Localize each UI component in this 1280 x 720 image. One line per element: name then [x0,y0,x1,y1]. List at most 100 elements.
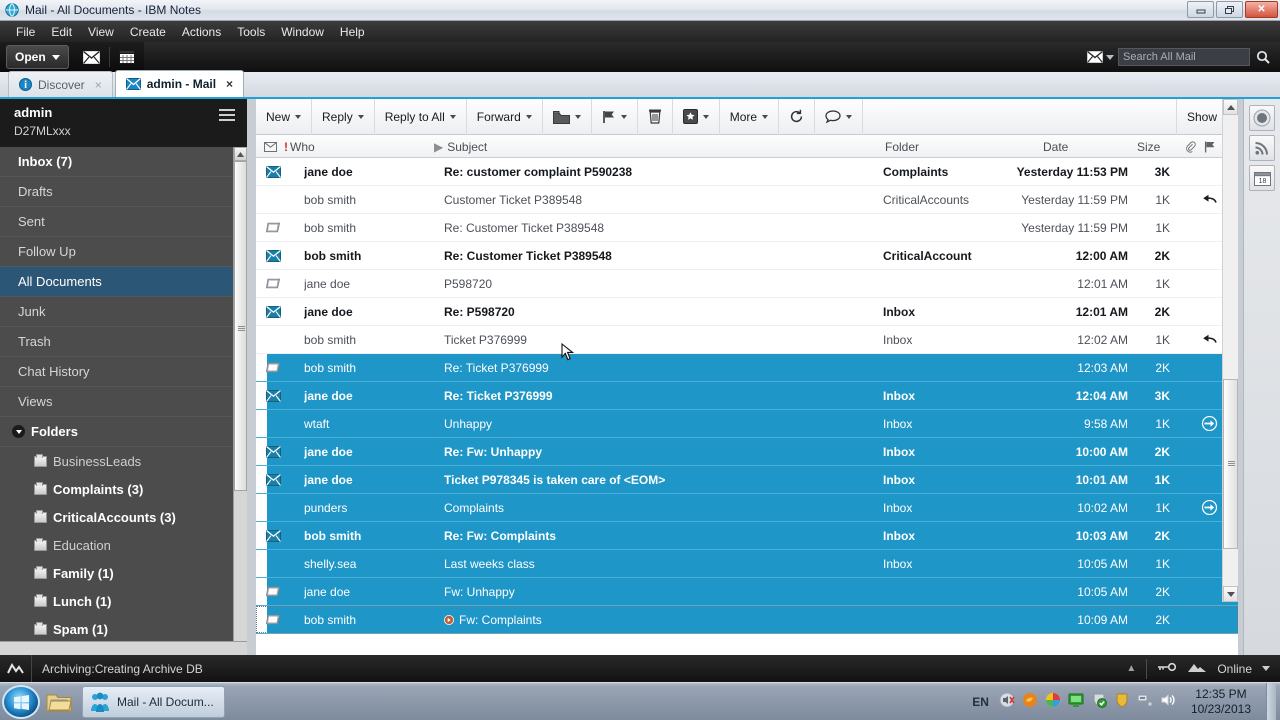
table-row[interactable]: bob smithTicket P376999Inbox12:02 AM1K [256,326,1238,354]
language-indicator[interactable]: EN [972,695,989,709]
sidebar-folder-lunch[interactable]: Lunch (1) [0,587,247,615]
close-button[interactable]: ✕ [1245,1,1278,18]
chevron-down-icon[interactable] [12,425,25,438]
more-button[interactable]: More [720,99,779,135]
sidebar-item-follow-up[interactable]: Follow Up [0,237,247,267]
column-header-date[interactable]: Date [1043,135,1068,158]
sidebar-folder-spam[interactable]: Spam (1) [0,615,247,643]
table-row[interactable]: jane doeRe: customer complaint P590238Co… [256,158,1238,186]
delete-button[interactable] [638,99,673,135]
location-icon[interactable] [1187,661,1207,677]
monitor-icon[interactable] [1068,692,1084,711]
menu-item-help[interactable]: Help [332,23,373,41]
menu-item-file[interactable]: File [8,23,43,41]
colors-icon[interactable] [1045,692,1061,711]
unread-envelope-icon[interactable] [262,306,284,318]
volume-icon[interactable] [1160,692,1176,711]
unread-envelope-icon[interactable] [262,446,284,458]
feeds-icon[interactable] [1249,135,1275,161]
sidebar-section-folders[interactable]: Folders [0,417,247,447]
table-row[interactable]: bob smithFw: Complaints10:09 AM2K [256,606,1238,634]
search-input[interactable]: Search All Mail [1118,48,1250,66]
sidebar-folder-education[interactable]: Education [0,531,247,559]
column-header-who[interactable]: Who [290,135,315,158]
sidebar-item-sent[interactable]: Sent [0,207,247,237]
copy-into-new-button[interactable] [673,99,720,135]
windows-start-icon[interactable] [2,685,40,719]
table-row[interactable]: wtaftUnhappyInbox9:58 AM1K [256,410,1238,438]
table-row[interactable]: bob smithRe: Customer Ticket P389548Yest… [256,214,1238,242]
flag-button[interactable] [592,99,638,135]
table-row[interactable]: pundersComplaintsInbox10:02 AM1K [256,494,1238,522]
menu-item-window[interactable]: Window [273,23,332,41]
column-header-subject[interactable]: ▶ Subject [434,135,487,158]
sidebar-scrollbar[interactable] [233,147,247,655]
sidebar-item-drafts[interactable]: Drafts [0,177,247,207]
tab-discover[interactable]: Discover × [8,71,113,97]
read-envelope-icon[interactable] [262,614,284,625]
message-list[interactable]: jane doeRe: customer complaint P590238Co… [256,158,1238,638]
maximize-restore-button[interactable] [1216,1,1243,18]
scroll-down-icon[interactable] [1223,586,1238,602]
table-row[interactable]: bob smithCustomer Ticket P389548Critical… [256,186,1238,214]
sidebar-folder-family[interactable]: Family (1) [0,559,247,587]
sidebar-folder-businessleads[interactable]: BusinessLeads [0,447,247,475]
unread-envelope-icon[interactable] [262,474,284,486]
reply-to-all-button[interactable]: Reply to All [375,99,467,135]
menu-item-view[interactable]: View [80,23,122,41]
show-desktop-button[interactable] [1266,683,1276,720]
table-row[interactable]: jane doeRe: Fw: UnhappyInbox10:00 AM2K [256,438,1238,466]
taskbar-clock[interactable]: 12:35 PM 10/23/2013 [1183,687,1259,717]
table-row[interactable]: jane doeP59872012:01 AM1K [256,270,1238,298]
volume-mute-icon[interactable] [999,692,1015,711]
unread-envelope-icon[interactable] [262,250,284,262]
forward-button[interactable]: Forward [467,99,543,135]
taskbar-task-mail[interactable]: Mail - All Docum... [82,686,225,718]
column-header-attachment[interactable] [1185,135,1196,158]
minimize-button[interactable] [1187,1,1214,18]
replied-arrow-icon[interactable] [1198,194,1220,206]
status-expand-icon[interactable]: ▲ [1126,663,1136,674]
replied-arrow-icon[interactable] [1198,334,1220,346]
read-envelope-icon[interactable] [262,586,284,597]
open-button[interactable]: Open [6,45,69,69]
calendar-icon[interactable] [114,45,140,69]
sidebar-item-all-documents[interactable]: All Documents [0,267,247,297]
day-at-a-glance-icon[interactable]: 18 [1249,165,1275,191]
tab-close-icon[interactable]: × [226,77,233,91]
table-row[interactable]: bob smithRe: Ticket P37699912:03 AM2K [256,354,1238,382]
new-button[interactable]: New [256,99,312,135]
forwarded-arrow-icon[interactable] [1198,500,1220,515]
expand-arrow-icon[interactable] [444,615,454,625]
sidebar-item-inbox[interactable]: Inbox (7) [0,147,247,177]
online-status-label[interactable]: Online [1217,662,1252,676]
explorer-icon[interactable] [40,685,78,719]
mail-icon[interactable] [79,45,105,69]
column-header-folder[interactable]: Folder [885,135,919,158]
sidebar-item-views[interactable]: Views [0,387,247,417]
hamburger-icon[interactable] [219,109,235,124]
search-scope-selector[interactable] [1087,51,1114,63]
column-header-size[interactable]: Size [1137,135,1160,158]
network-icon[interactable] [1137,692,1153,711]
menu-item-actions[interactable]: Actions [174,23,229,41]
read-envelope-icon[interactable] [262,222,284,233]
menu-item-create[interactable]: Create [122,23,174,41]
refresh-button[interactable] [779,99,815,135]
move-to-folder-button[interactable] [543,99,592,135]
sidebar-item-junk[interactable]: Junk [0,297,247,327]
unread-envelope-icon[interactable] [262,390,284,402]
menu-item-tools[interactable]: Tools [229,23,273,41]
sidebar-horizontal-scrollbar[interactable] [0,641,247,655]
key-icon[interactable] [1157,661,1177,676]
sametime-contacts-icon[interactable] [1249,105,1275,131]
security-shield-icon[interactable] [1091,692,1107,711]
sidebar-folder-complaints[interactable]: Complaints (3) [0,475,247,503]
table-row[interactable]: jane doeRe: Ticket P376999Inbox12:04 AM3… [256,382,1238,410]
chevron-down-icon[interactable] [1262,666,1270,671]
message-list-scrollbar[interactable] [1222,99,1238,602]
scroll-up-icon[interactable] [1223,99,1238,115]
tab-admin-mail[interactable]: admin - Mail × [115,70,244,97]
sidebar-item-trash[interactable]: Trash [0,327,247,357]
menu-item-edit[interactable]: Edit [43,23,80,41]
